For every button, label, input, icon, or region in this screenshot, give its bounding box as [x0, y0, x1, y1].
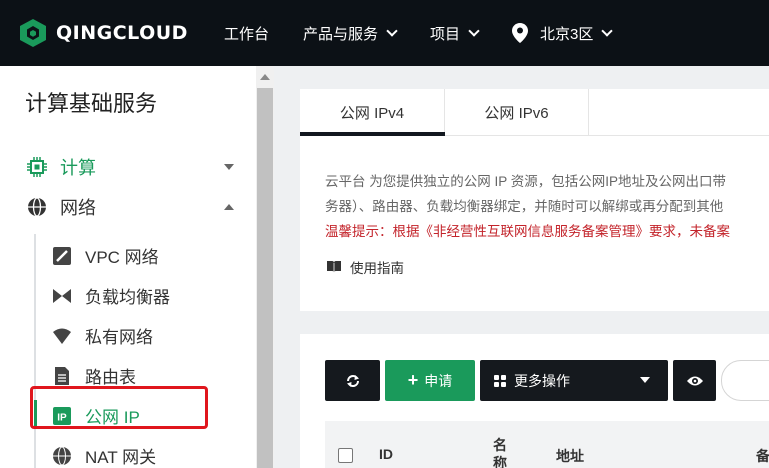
nav-projects[interactable]: 项目: [429, 23, 480, 44]
sidebar-item-vpc[interactable]: VPC 网络: [52, 243, 159, 268]
sidebar-scrollbar[interactable]: [256, 66, 274, 468]
apply-button[interactable]: + 申请: [385, 360, 475, 401]
refresh-icon: [346, 374, 359, 387]
search-input[interactable]: [721, 360, 769, 401]
description-line-2: 务器）、路由器、负载均衡器绑定，并随时可以解绑或再分配到其他: [325, 199, 724, 214]
description-line-1: 云平台 为您提供独立的公网 IP 资源，包括公网IP地址及公网出口带: [325, 174, 727, 189]
dropdown-arrow-icon: [640, 377, 650, 383]
tree-guide-line: [34, 234, 36, 468]
sidebar-item-private-network[interactable]: 私有网络: [52, 323, 153, 348]
nav-products-services[interactable]: 产品与服务: [302, 23, 398, 44]
book-icon: [327, 261, 341, 273]
sidebar-item-load-balancer-label: 负载均衡器: [85, 288, 170, 307]
column-header-note[interactable]: 备: [756, 446, 769, 466]
document-icon: [55, 366, 69, 385]
refresh-button[interactable]: [325, 360, 380, 401]
tab-ipv6-label: 公网 IPv6: [484, 105, 549, 122]
sidebar-item-private-network-label: 私有网络: [85, 328, 153, 347]
info-panel: 公网 IPv4 公网 IPv6 云平台 为您提供独立的公网 IP 资源，包括公网…: [300, 89, 769, 311]
chevron-down-icon: [386, 24, 398, 37]
caret-down-icon: [224, 164, 234, 170]
nav-region-selector[interactable]: 北京3区: [512, 23, 614, 44]
sidebar-title: 计算基础服务: [25, 91, 158, 116]
tab-ipv4[interactable]: 公网 IPv4: [300, 89, 445, 136]
eye-icon: [686, 376, 703, 385]
tab-ipv4-label: 公网 IPv4: [339, 105, 405, 122]
sidebar-group-network-label: 网络: [60, 198, 96, 218]
grid-icon: [494, 374, 506, 387]
chevron-down-icon: [468, 24, 480, 37]
ip-version-tabs: 公网 IPv4 公网 IPv6: [300, 89, 769, 136]
more-actions-dropdown[interactable]: 更多操作: [480, 360, 668, 401]
top-navigation-bar: QINGCLOUD 工作台 产品与服务 项目 北京3区: [0, 0, 769, 66]
caret-up-icon: [224, 204, 234, 210]
sidebar-item-nat-gateway-label: NAT 网关: [85, 448, 157, 467]
column-header-id[interactable]: ID: [379, 446, 393, 462]
sidebar-item-nat-gateway[interactable]: NAT 网关: [52, 443, 156, 468]
sidebar-group-compute-label: 计算: [60, 158, 96, 178]
chevron-down-icon: [601, 24, 614, 37]
user-guide-label: 使用指南: [350, 261, 404, 276]
nav-workbench-label: 工作台: [223, 25, 269, 43]
location-pin-icon: [512, 23, 528, 43]
vpc-icon: [53, 246, 71, 265]
sidebar-item-route-table-label: 路由表: [85, 368, 136, 387]
sidebar: 计算基础服务 计算 网络 VPC 网络 负载均衡器 私有网络 路由表 IP 公网…: [0, 66, 256, 468]
sidebar-item-load-balancer[interactable]: 负载均衡器: [52, 283, 170, 308]
scroll-up-arrow-icon[interactable]: [260, 74, 270, 80]
nav-workbench[interactable]: 工作台: [224, 23, 269, 44]
qingcloud-logo-icon: [20, 19, 46, 47]
active-tab-indicator: [300, 132, 445, 136]
nat-icon: [53, 446, 71, 465]
scrollbar-thumb[interactable]: [257, 88, 273, 468]
nav-region-label: 北京3区: [540, 25, 594, 43]
view-options-button[interactable]: [673, 360, 716, 401]
nav-projects-label: 项目: [429, 25, 460, 43]
load-balancer-icon: [53, 288, 71, 303]
ip-list-panel: + 申请 更多操作 ID 名称 地址 备: [300, 334, 769, 468]
column-header-name[interactable]: 名称: [493, 436, 509, 468]
table-header: ID 名称 地址 备: [325, 421, 769, 468]
column-header-address[interactable]: 地址: [556, 446, 584, 466]
tab-ipv6[interactable]: 公网 IPv6: [445, 89, 589, 136]
wifi-icon: [53, 328, 71, 344]
nav-products-label: 产品与服务: [302, 25, 378, 43]
sidebar-item-vpc-label: VPC 网络: [85, 248, 159, 267]
brand-name: QINGCLOUD: [56, 22, 188, 44]
logo[interactable]: QINGCLOUD: [18, 18, 188, 48]
sidebar-item-route-table[interactable]: 路由表: [52, 363, 136, 388]
sidebar-group-network[interactable]: 网络: [26, 194, 238, 220]
annotation-highlight-box: [30, 386, 208, 429]
globe-icon: [28, 197, 46, 217]
sidebar-group-compute[interactable]: 计算: [26, 154, 238, 180]
chip-icon: [27, 157, 47, 177]
user-guide-link[interactable]: 使用指南: [326, 257, 404, 277]
plus-icon: +: [407, 370, 419, 390]
filing-warning-text: 温馨提示：根据《非经营性互联网信息服务备案管理》要求，未备案: [325, 224, 730, 239]
more-actions-label: 更多操作: [514, 372, 570, 389]
apply-button-label: 申请: [424, 372, 453, 389]
select-all-checkbox[interactable]: [338, 448, 353, 463]
